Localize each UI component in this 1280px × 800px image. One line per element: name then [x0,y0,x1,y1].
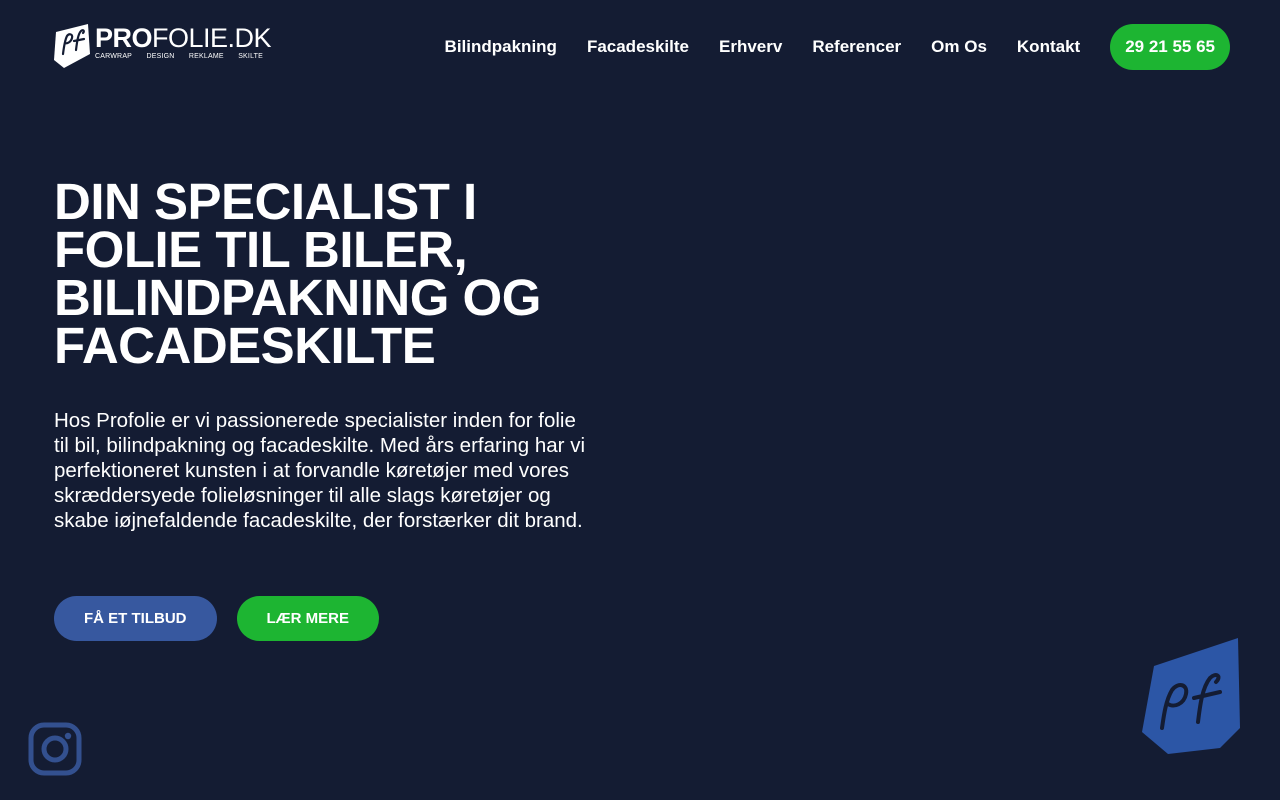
site-header: PROFOLIE.DK CARWRAP DESIGN REKLAME SKILT… [0,0,1280,96]
logo-tagline: CARWRAP DESIGN REKLAME SKILTE [95,53,263,60]
pf-logo-icon [54,24,90,68]
site-logo[interactable]: PROFOLIE.DK CARWRAP DESIGN REKLAME SKILT… [54,24,272,70]
pf-badge[interactable] [1140,636,1242,756]
pf-badge-icon [1142,638,1240,754]
nav-item-om-os[interactable]: Om Os [931,37,987,57]
get-quote-button[interactable]: FÅ ET TILBUD [54,596,217,641]
instagram-link[interactable] [28,722,82,776]
hero-cta-group: FÅ ET TILBUD LÆR MERE [54,596,379,641]
hero-description: Hos Profolie er vi passionerede speciali… [54,409,585,532]
hero-title: DIN SPECIALIST I FOLIE TIL BILER, BILIND… [54,173,541,374]
nav-item-kontakt[interactable]: Kontakt [1017,37,1080,57]
logo-wordmark: PROFOLIE.DK [95,23,272,53]
nav-item-referencer[interactable]: Referencer [812,37,901,57]
phone-button[interactable]: 29 21 55 65 [1110,24,1230,70]
instagram-icon [28,722,82,776]
nav-item-facadeskilte[interactable]: Facadeskilte [587,37,689,57]
nav-item-bilindpakning[interactable]: Bilindpakning [445,37,557,57]
learn-more-button[interactable]: LÆR MERE [236,596,379,641]
nav-item-erhverv[interactable]: Erhverv [719,37,782,57]
main-nav: Bilindpakning Facadeskilte Erhverv Refer… [445,24,1230,70]
